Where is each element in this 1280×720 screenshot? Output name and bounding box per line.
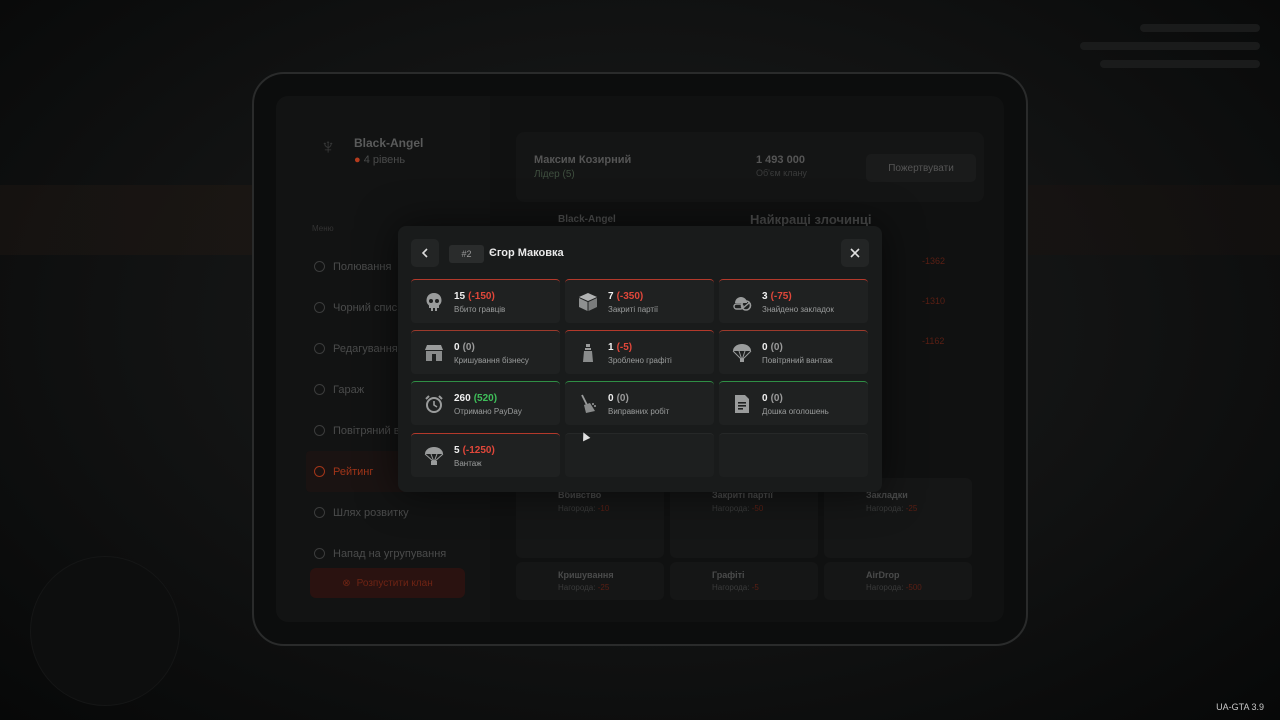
- donate-button[interactable]: Пожертвувати: [866, 154, 976, 182]
- back-button[interactable]: [411, 239, 439, 267]
- top-value: -1310: [922, 296, 946, 306]
- stat-label: Закриті партії: [608, 305, 659, 314]
- stat-value: 260: [454, 393, 471, 404]
- clan-emblem-icon: ♆: [319, 134, 337, 159]
- stat-label: Вантаж: [454, 459, 482, 468]
- stat-label: Вбито гравців: [454, 305, 506, 314]
- menu-dot-icon: [314, 384, 325, 395]
- close-circle-icon: ⊗: [342, 577, 351, 589]
- stat-label: Дошка оголошень: [762, 407, 829, 416]
- alarm-clock-icon: [423, 393, 445, 415]
- notice-board-icon: [731, 393, 753, 415]
- spray-icon: [577, 342, 599, 364]
- task-card: Графіті Нагорода: -5: [670, 562, 818, 600]
- stat-delta: (0): [462, 342, 475, 353]
- top-value: -1362: [922, 256, 946, 266]
- menu-dot-icon: [314, 548, 325, 559]
- empty-stat-slot: [719, 433, 868, 477]
- stat-card: 260 (520) Отримано PayDay: [411, 381, 560, 425]
- top-clan-name: Black-Angel: [558, 214, 616, 225]
- menu-dot-icon: [314, 466, 325, 477]
- clan-money: 1 493 000 Об'єм клану: [756, 154, 807, 178]
- stat-label: Повітряний вантаж: [762, 356, 833, 365]
- stat-delta: (520): [473, 393, 498, 404]
- shop-icon: [423, 342, 445, 364]
- player-name: Єгор Маковка: [489, 247, 564, 259]
- stat-value: 5: [454, 445, 460, 456]
- stat-card: 3 (-75) Знайдено закладок: [719, 279, 868, 323]
- stat-card: 0 (0) Виправних робіт: [565, 381, 714, 425]
- parachute-icon: [423, 445, 445, 467]
- stat-delta: (0): [770, 393, 783, 404]
- stat-label: Виправних робіт: [608, 407, 670, 416]
- stat-value: 15: [454, 291, 466, 302]
- stat-value: 0: [762, 393, 768, 404]
- menu-title: Меню: [312, 224, 334, 233]
- top-criminals-title: Найкращі злочинці: [750, 212, 872, 227]
- clan-level: 4 рівень: [363, 154, 406, 166]
- stat-card: 15 (-150) Вбито гравців: [411, 279, 560, 323]
- leader-info: Максим Козирний Лідер (5): [534, 154, 632, 180]
- skull-icon: [423, 291, 445, 313]
- stat-value: 0: [762, 342, 768, 353]
- stat-card: 1 (-5) Зроблено графіті: [565, 330, 714, 374]
- stat-label: Знайдено закладок: [762, 305, 834, 314]
- stat-delta: (-75): [770, 291, 792, 302]
- stat-delta: (-5): [616, 342, 633, 353]
- stat-card: 0 (0) Дошка оголошень: [719, 381, 868, 425]
- stat-label: Кришування бізнесу: [454, 356, 529, 365]
- stat-label: Зроблено графіті: [608, 356, 672, 365]
- stat-delta: (-150): [468, 291, 495, 302]
- stat-value: 0: [454, 342, 460, 353]
- top-value: -1162: [922, 336, 945, 346]
- menu-dot-icon: [314, 261, 325, 272]
- menu-dot-icon: [314, 302, 325, 313]
- pills-icon: [731, 291, 753, 313]
- close-button[interactable]: [841, 239, 869, 267]
- stat-delta: (0): [616, 393, 629, 404]
- menu-dot-icon: [314, 425, 325, 436]
- parachute-icon: [731, 342, 753, 364]
- empty-stat-slot: [565, 433, 714, 477]
- box-icon: [577, 291, 599, 313]
- stat-delta: (-1250): [462, 445, 495, 456]
- version-label: UA-GTA 3.9: [1216, 702, 1264, 712]
- stat-value: 1: [608, 342, 614, 353]
- sidebar-item-development[interactable]: Шлях розвитку: [306, 492, 466, 533]
- chevron-left-icon: [421, 248, 428, 258]
- stat-label: Отримано PayDay: [454, 407, 522, 416]
- menu-dot-icon: [314, 507, 325, 518]
- hud-right: [1000, 14, 1260, 78]
- stat-card: 0 (0) Кришування бізнесу: [411, 330, 560, 374]
- task-card: Кришування Нагорода: -25: [516, 562, 664, 600]
- stat-card: 5 (-1250) Вантаж: [411, 433, 560, 477]
- clan-name: Black-Angel: [354, 136, 424, 150]
- stat-card: 7 (-350) Закриті партії: [565, 279, 714, 323]
- close-icon: [850, 248, 860, 258]
- rank-badge: #2: [449, 245, 484, 263]
- dissolve-clan-button[interactable]: ⊗ Розпустити клан: [310, 568, 465, 598]
- menu-dot-icon: [314, 343, 325, 354]
- clan-info-header: Максим Козирний Лідер (5) 1 493 000 Об'є…: [516, 132, 984, 202]
- player-stats-modal: #2 Єгор Маковка 15 (-150) Вбито гравців 7…: [398, 226, 882, 492]
- stat-value: 7: [608, 291, 614, 302]
- stat-delta: (-350): [616, 291, 644, 302]
- broom-icon: [577, 393, 599, 415]
- task-card: AirDrop Нагорода: -500: [824, 562, 972, 600]
- stat-delta: (0): [770, 342, 783, 353]
- stat-value: 0: [608, 393, 614, 404]
- speedometer: [30, 556, 180, 706]
- clan-header: ♆ Black-Angel ● 4 рівень: [314, 134, 424, 168]
- stat-card: 0 (0) Повітряний вантаж: [719, 330, 868, 374]
- stat-value: 3: [762, 291, 768, 302]
